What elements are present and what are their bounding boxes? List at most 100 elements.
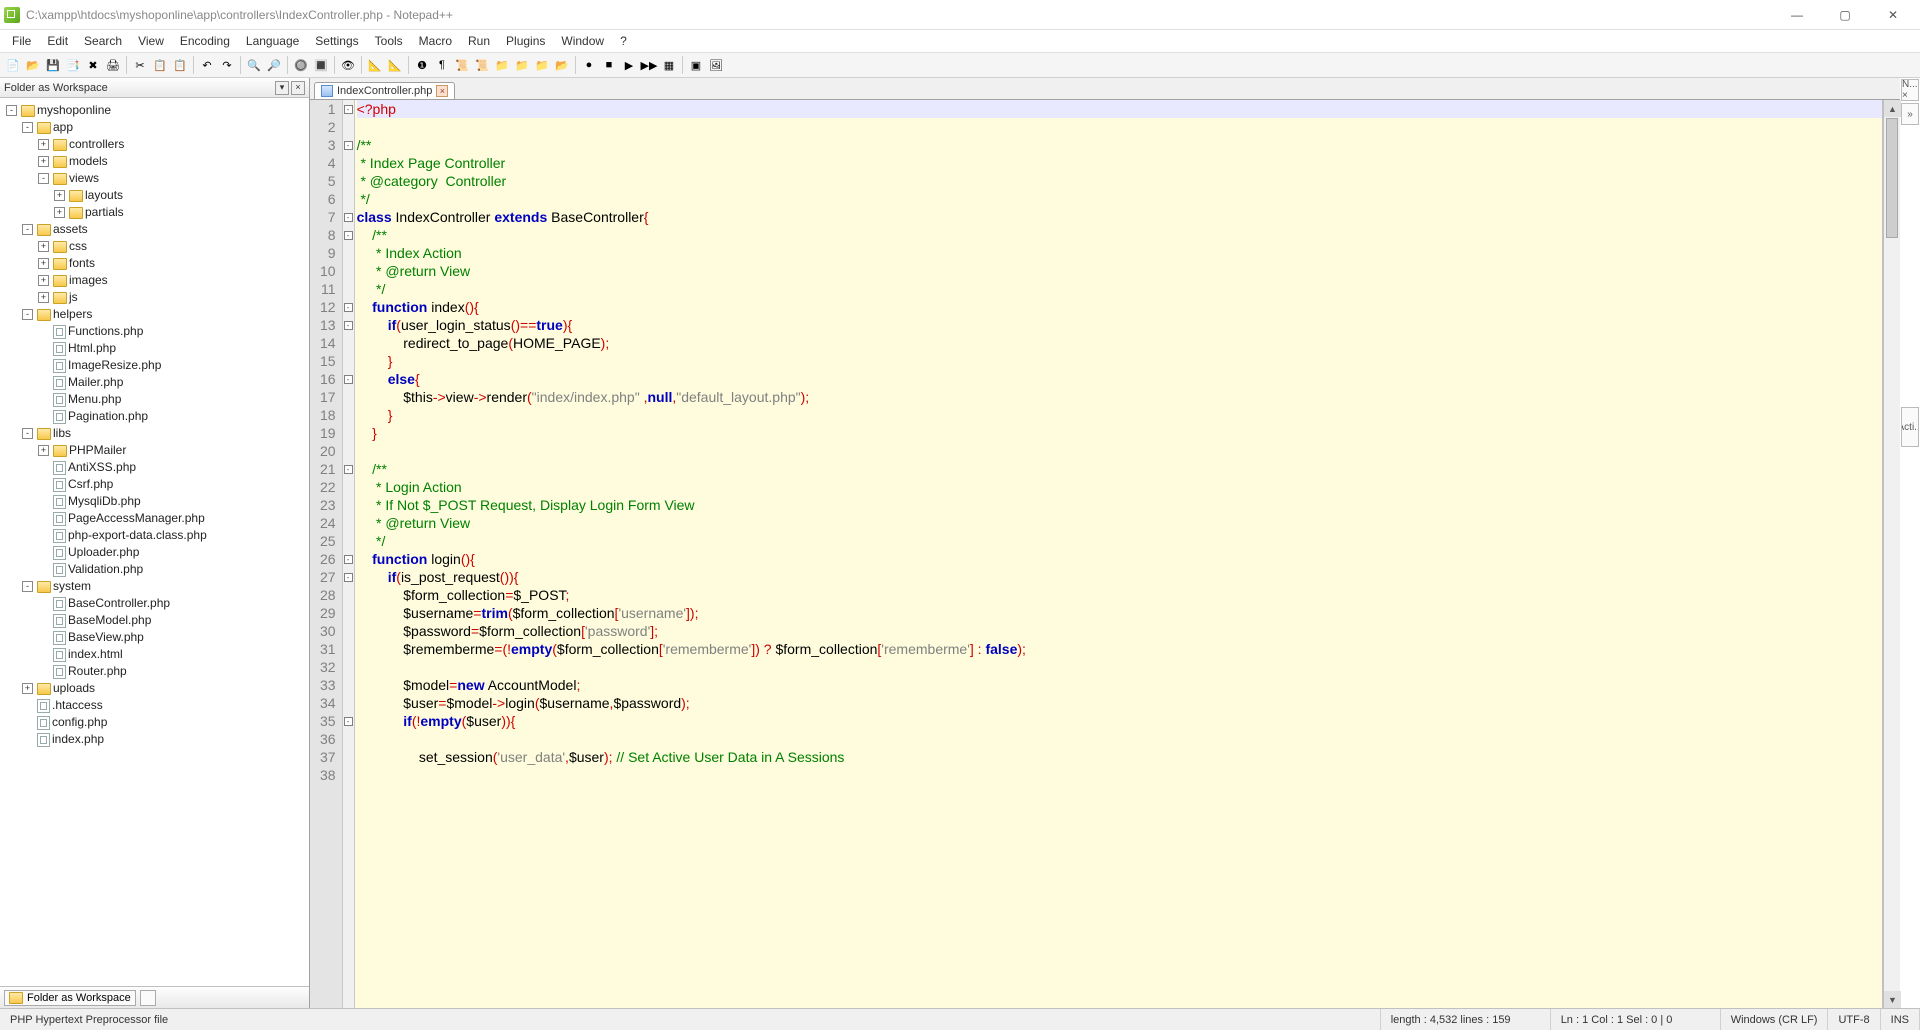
- toolbar-button[interactable]: 📋: [171, 56, 189, 74]
- tree-item[interactable]: + css: [38, 238, 307, 255]
- tree-item[interactable]: Pagination.php: [38, 408, 307, 425]
- status-insert-mode[interactable]: INS: [1881, 1009, 1920, 1030]
- tree-item[interactable]: - libs+ PHPMailer AntiXSS.php Csrf.php M…: [22, 425, 307, 578]
- folder-panel-bottom-tab[interactable]: Folder as Workspace: [4, 990, 136, 1006]
- menu-edit[interactable]: Edit: [39, 32, 76, 50]
- toolbar-button[interactable]: 📑: [64, 56, 82, 74]
- menu-tools[interactable]: Tools: [367, 32, 411, 50]
- tree-item[interactable]: + uploads: [22, 680, 307, 697]
- toolbar-button[interactable]: ¶: [433, 56, 451, 74]
- code-area[interactable]: <?php/** * Index Page Controller * @cate…: [355, 100, 1882, 1008]
- toolbar-button[interactable]: ❶: [413, 56, 431, 74]
- menu-plugins[interactable]: Plugins: [498, 32, 553, 50]
- tree-item[interactable]: - helpers Functions.php Html.php ImageRe…: [22, 306, 307, 425]
- status-eol[interactable]: Windows (CR LF): [1721, 1009, 1829, 1030]
- folder-panel-close-button[interactable]: ×: [291, 81, 305, 95]
- tree-item[interactable]: Uploader.php: [38, 544, 307, 561]
- tree-item[interactable]: + images: [38, 272, 307, 289]
- folder-panel-menu-button[interactable]: ▾: [275, 81, 289, 95]
- toolbar-button[interactable]: 📁: [513, 56, 531, 74]
- tree-item[interactable]: index.html: [38, 646, 307, 663]
- toolbar-button[interactable]: 📁: [493, 56, 511, 74]
- toolbar-button[interactable]: 📜: [453, 56, 471, 74]
- toolbar-button[interactable]: ●: [580, 56, 598, 74]
- scroll-up-arrow[interactable]: ▲: [1884, 100, 1901, 117]
- tree-item[interactable]: Validation.php: [38, 561, 307, 578]
- toolbar-button[interactable]: 🔎: [265, 56, 283, 74]
- toolbar-button[interactable]: 📁: [533, 56, 551, 74]
- tree-item[interactable]: AntiXSS.php: [38, 459, 307, 476]
- dock-item-top[interactable]: N... ×: [1901, 79, 1919, 101]
- toolbar-button[interactable]: 🔘: [292, 56, 310, 74]
- toolbar-button[interactable]: ▦: [660, 56, 678, 74]
- tree-item[interactable]: PageAccessManager.php: [38, 510, 307, 527]
- tree-item[interactable]: Router.php: [38, 663, 307, 680]
- menu-file[interactable]: File: [4, 32, 39, 50]
- menu-settings[interactable]: Settings: [307, 32, 366, 50]
- toolbar-button[interactable]: ▶: [620, 56, 638, 74]
- folder-panel-extra-tab[interactable]: [140, 990, 156, 1006]
- tree-item[interactable]: - views+ layouts+ partials: [38, 170, 307, 221]
- tree-item[interactable]: - assets+ css+ fonts+ images+ js: [22, 221, 307, 306]
- code-editor[interactable]: 1234567891011121314151617181920212223242…: [310, 100, 1883, 1008]
- toolbar-button[interactable]: 📋: [151, 56, 169, 74]
- tree-item[interactable]: BaseModel.php: [38, 612, 307, 629]
- window-close-button[interactable]: ✕: [1870, 1, 1916, 29]
- window-maximize-button[interactable]: ▢: [1822, 1, 1868, 29]
- menu-language[interactable]: Language: [238, 32, 307, 50]
- tree-item[interactable]: Functions.php: [38, 323, 307, 340]
- tab-close-button[interactable]: ×: [436, 85, 448, 97]
- toolbar-button[interactable]: 👁: [339, 56, 357, 74]
- tree-item[interactable]: + partials: [54, 204, 307, 221]
- status-encoding[interactable]: UTF-8: [1828, 1009, 1880, 1030]
- toolbar-button[interactable]: ↷: [218, 56, 236, 74]
- fold-column[interactable]: -----------: [343, 100, 355, 1008]
- tree-item[interactable]: php-export-data.class.php: [38, 527, 307, 544]
- menu-encoding[interactable]: Encoding: [172, 32, 238, 50]
- scroll-down-arrow[interactable]: ▼: [1884, 991, 1901, 1008]
- toolbar-button[interactable]: ■: [600, 56, 618, 74]
- tree-item[interactable]: BaseView.php: [38, 629, 307, 646]
- scroll-thumb[interactable]: [1886, 118, 1898, 238]
- tree-item[interactable]: Csrf.php: [38, 476, 307, 493]
- tree-item[interactable]: ImageResize.php: [38, 357, 307, 374]
- tree-item[interactable]: Html.php: [38, 340, 307, 357]
- tree-item[interactable]: config.php: [22, 714, 307, 731]
- vertical-scrollbar[interactable]: ▲ ▼: [1883, 100, 1900, 1008]
- menu-view[interactable]: View: [130, 32, 172, 50]
- dock-chevron[interactable]: »: [1901, 103, 1919, 125]
- toolbar-button[interactable]: 🔍: [245, 56, 263, 74]
- dock-item-acti[interactable]: Acti...: [1901, 407, 1919, 447]
- toolbar-button[interactable]: 🖼: [707, 56, 725, 74]
- toolbar-button[interactable]: 💾: [44, 56, 62, 74]
- tree-item[interactable]: + js: [38, 289, 307, 306]
- toolbar-button[interactable]: ↶: [198, 56, 216, 74]
- tree-item[interactable]: Mailer.php: [38, 374, 307, 391]
- tree-item[interactable]: index.php: [22, 731, 307, 748]
- toolbar-button[interactable]: ▶▶: [640, 56, 658, 74]
- tree-item[interactable]: MysqliDb.php: [38, 493, 307, 510]
- toolbar-button[interactable]: 📜: [473, 56, 491, 74]
- folder-tree[interactable]: - myshoponline- app+ controllers+ models…: [0, 98, 309, 986]
- window-minimize-button[interactable]: —: [1774, 1, 1820, 29]
- tree-item[interactable]: .htaccess: [22, 697, 307, 714]
- tree-item[interactable]: + models: [38, 153, 307, 170]
- toolbar-button[interactable]: 📂: [553, 56, 571, 74]
- toolbar-button[interactable]: 📐: [386, 56, 404, 74]
- tree-item[interactable]: + PHPMailer: [38, 442, 307, 459]
- toolbar-button[interactable]: ✖: [84, 56, 102, 74]
- menu-run[interactable]: Run: [460, 32, 498, 50]
- tree-item[interactable]: BaseController.php: [38, 595, 307, 612]
- tree-item[interactable]: - system BaseController.php BaseModel.ph…: [22, 578, 307, 680]
- menu-macro[interactable]: Macro: [411, 32, 460, 50]
- tree-item[interactable]: + controllers: [38, 136, 307, 153]
- menu-search[interactable]: Search: [76, 32, 130, 50]
- editor-tab-active[interactable]: IndexController.php ×: [314, 82, 455, 99]
- tree-item[interactable]: - app+ controllers+ models- views+ layou…: [22, 119, 307, 221]
- toolbar-button[interactable]: 📂: [24, 56, 42, 74]
- tree-root[interactable]: - myshoponline- app+ controllers+ models…: [6, 102, 307, 748]
- toolbar-button[interactable]: ▣: [687, 56, 705, 74]
- toolbar-button[interactable]: 📐: [366, 56, 384, 74]
- tree-item[interactable]: Menu.php: [38, 391, 307, 408]
- tree-item[interactable]: + fonts: [38, 255, 307, 272]
